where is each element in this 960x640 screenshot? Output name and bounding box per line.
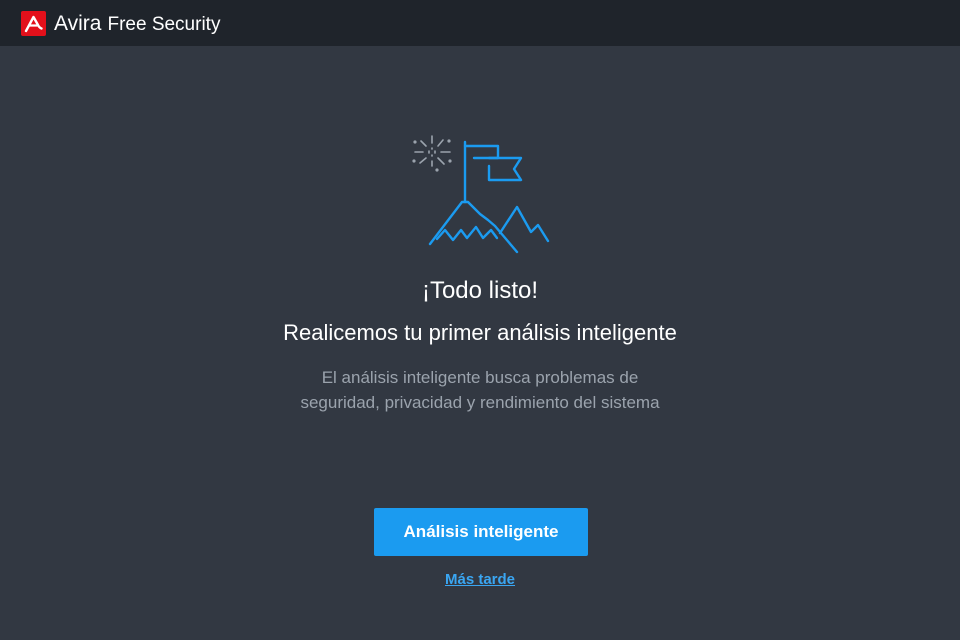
heading: ¡Todo listo! <box>421 277 539 304</box>
later-link-container: Más tarde <box>0 571 960 589</box>
app-title: Avira Free Security <box>54 11 220 36</box>
avira-logo-icon <box>21 11 46 36</box>
description: El análisis inteligente busca problemas … <box>300 368 660 412</box>
later-link[interactable]: Más tarde <box>445 571 515 588</box>
product-name: Free Security <box>107 14 221 35</box>
title-bar: Avira Free Security <box>0 0 960 46</box>
brand-name: Avira <box>54 12 102 35</box>
main-panel: ¡Todo listo! Realicemos tu primer anális… <box>0 46 960 640</box>
smart-scan-button[interactable]: Análisis inteligente <box>374 508 588 556</box>
mountain-flag-icon <box>412 135 550 254</box>
subheading: Realicemos tu primer análisis inteligent… <box>283 320 677 345</box>
